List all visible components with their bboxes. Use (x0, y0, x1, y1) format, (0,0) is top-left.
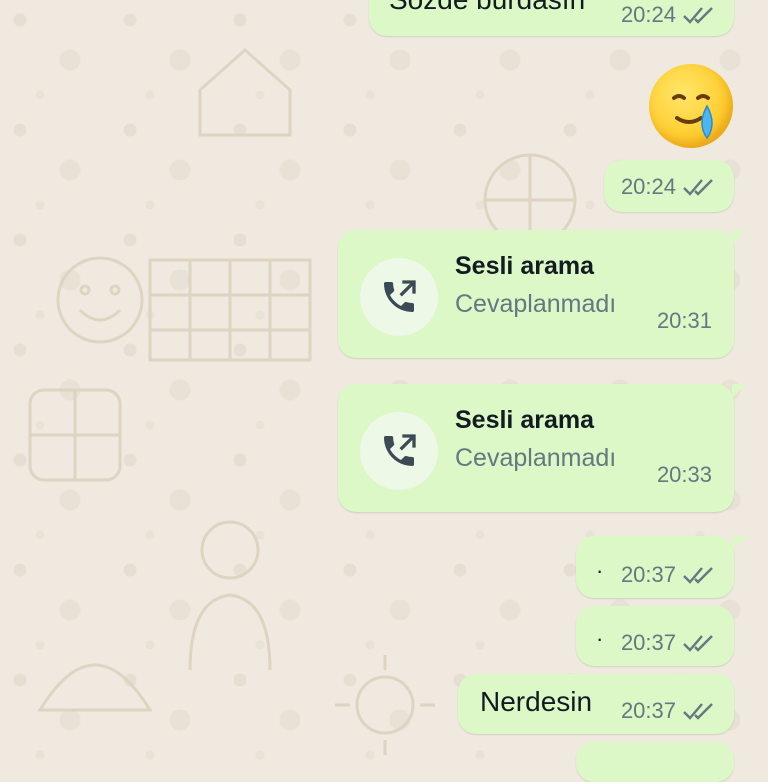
message-time: 20:24 (620, 2, 676, 27)
double-check-icon (683, 7, 713, 24)
message-time: 20:33 (656, 462, 712, 487)
message-time: 20:31 (656, 308, 712, 333)
call-icon-wrap (360, 412, 438, 490)
message-bubble-partial[interactable] (576, 742, 734, 782)
doodle-sun-icon (335, 655, 435, 755)
message-text: · (596, 626, 604, 651)
call-bubble[interactable]: Sesli arama Cevaplanmadı 20:31 (338, 230, 746, 358)
message-text: Nerdesin (480, 686, 593, 717)
double-check-icon (683, 635, 713, 652)
call-status: Cevaplanmadı (455, 444, 617, 472)
call-title: Sesli arama (455, 252, 594, 280)
message-meta: 20:24 (621, 174, 716, 200)
message-bubble[interactable]: 20:24 (604, 160, 734, 212)
doodle-crossword-icon (148, 258, 312, 362)
double-check-icon (683, 179, 713, 196)
message-time: 20:24 (620, 174, 676, 199)
message-time: 20:37 (620, 562, 676, 587)
call-title: Sesli arama (455, 406, 594, 434)
message-bubble[interactable]: · 20:37 (576, 606, 734, 666)
double-check-icon (683, 567, 713, 584)
doodle-calculator-icon (28, 388, 122, 482)
message-meta: 20:24 (621, 2, 716, 28)
message-meta: 20:37 (621, 630, 716, 656)
message-text: · (596, 558, 604, 583)
message-time: 20:37 (620, 698, 676, 723)
double-check-icon (683, 703, 713, 720)
face-holding-back-tears-icon (672, 94, 713, 140)
message-text: Sözde burdasın (389, 0, 585, 16)
outgoing-call-icon (384, 434, 416, 466)
crying-smile-emoji[interactable] (649, 64, 733, 148)
message-bubble[interactable]: Sözde burdasın 20:24 (369, 0, 734, 36)
doodle-person-icon (188, 520, 272, 671)
doodle-house-icon (198, 47, 292, 137)
doodle-taco-icon (37, 663, 153, 712)
call-bubble[interactable]: Sesli arama Cevaplanmadı 20:33 (338, 384, 746, 512)
message-time: 20:37 (620, 630, 676, 655)
message-bubble[interactable]: Nerdesin 20:37 (458, 674, 734, 734)
call-icon-wrap (360, 258, 438, 336)
message-bubble[interactable]: · 20:37 (576, 536, 746, 598)
outgoing-call-icon (384, 280, 416, 312)
message-meta: 20:37 (621, 562, 716, 588)
call-status: Cevaplanmadı (455, 290, 617, 318)
message-meta: 20:37 (621, 698, 716, 724)
